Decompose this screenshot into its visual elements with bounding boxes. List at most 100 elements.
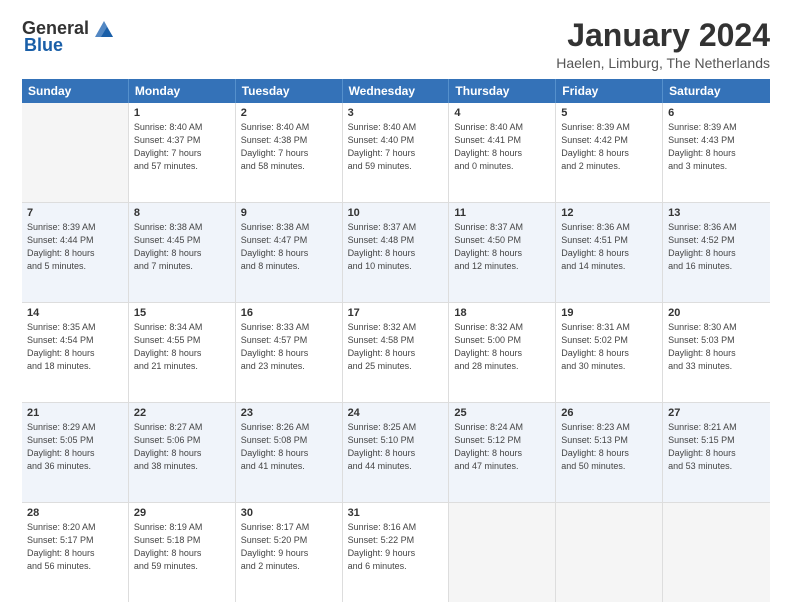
day-detail: Sunrise: 8:39 AM Sunset: 4:44 PM Dayligh… <box>27 221 123 273</box>
weekday-friday: Friday <box>556 79 663 103</box>
calendar-cell-2-2: 16 Sunrise: 8:33 AM Sunset: 4:57 PM Dayli… <box>236 303 343 402</box>
day-detail: Sunrise: 8:32 AM Sunset: 5:00 PM Dayligh… <box>454 321 550 373</box>
day-number: 27 <box>668 407 765 419</box>
calendar-row-4: 28 Sunrise: 8:20 AM Sunset: 5:17 PM Dayli… <box>22 503 770 602</box>
day-number: 22 <box>134 407 230 419</box>
day-number: 17 <box>348 307 444 319</box>
day-detail: Sunrise: 8:37 AM Sunset: 4:48 PM Dayligh… <box>348 221 444 273</box>
day-number: 26 <box>561 407 657 419</box>
calendar-cell-4-4 <box>449 503 556 602</box>
calendar-cell-1-2: 9 Sunrise: 8:38 AM Sunset: 4:47 PM Daylig… <box>236 203 343 302</box>
calendar-cell-1-3: 10 Sunrise: 8:37 AM Sunset: 4:48 PM Dayli… <box>343 203 450 302</box>
day-number: 15 <box>134 307 230 319</box>
day-detail: Sunrise: 8:34 AM Sunset: 4:55 PM Dayligh… <box>134 321 230 373</box>
calendar-cell-0-4: 4 Sunrise: 8:40 AM Sunset: 4:41 PM Daylig… <box>449 103 556 202</box>
day-detail: Sunrise: 8:31 AM Sunset: 5:02 PM Dayligh… <box>561 321 657 373</box>
calendar-row-3: 21Sunrise: 8:29 AM Sunset: 5:05 PM Dayli… <box>22 403 770 503</box>
calendar-cell-0-1: 1Sunrise: 8:40 AM Sunset: 4:37 PM Daylig… <box>129 103 236 202</box>
day-detail: Sunrise: 8:37 AM Sunset: 4:50 PM Dayligh… <box>454 221 550 273</box>
day-number: 10 <box>348 207 444 219</box>
day-number: 12 <box>561 207 657 219</box>
calendar-cell-3-1: 22Sunrise: 8:27 AM Sunset: 5:06 PM Dayli… <box>129 403 236 502</box>
day-detail: Sunrise: 8:30 AM Sunset: 5:03 PM Dayligh… <box>668 321 765 373</box>
logo-icon <box>93 19 115 39</box>
calendar-cell-2-6: 20 Sunrise: 8:30 AM Sunset: 5:03 PM Dayli… <box>663 303 770 402</box>
day-detail: Sunrise: 8:40 AM Sunset: 4:37 PM Dayligh… <box>134 121 230 173</box>
calendar-cell-1-5: 12Sunrise: 8:36 AM Sunset: 4:51 PM Dayli… <box>556 203 663 302</box>
day-detail: Sunrise: 8:40 AM Sunset: 4:38 PM Dayligh… <box>241 121 337 173</box>
title-block: January 2024 Haelen, Limburg, The Nether… <box>556 18 770 71</box>
calendar-cell-1-6: 13Sunrise: 8:36 AM Sunset: 4:52 PM Dayli… <box>663 203 770 302</box>
day-detail: Sunrise: 8:33 AM Sunset: 4:57 PM Dayligh… <box>241 321 337 373</box>
calendar-cell-0-0 <box>22 103 129 202</box>
calendar-cell-4-1: 29 Sunrise: 8:19 AM Sunset: 5:18 PM Dayli… <box>129 503 236 602</box>
weekday-sunday: Sunday <box>22 79 129 103</box>
day-number: 24 <box>348 407 444 419</box>
day-number: 25 <box>454 407 550 419</box>
day-number: 3 <box>348 107 444 119</box>
day-detail: Sunrise: 8:16 AM Sunset: 5:22 PM Dayligh… <box>348 521 444 573</box>
calendar-cell-3-6: 27 Sunrise: 8:21 AM Sunset: 5:15 PM Dayli… <box>663 403 770 502</box>
day-detail: Sunrise: 8:23 AM Sunset: 5:13 PM Dayligh… <box>561 421 657 473</box>
calendar-cell-4-0: 28 Sunrise: 8:20 AM Sunset: 5:17 PM Dayli… <box>22 503 129 602</box>
weekday-tuesday: Tuesday <box>236 79 343 103</box>
calendar-row-0: 1Sunrise: 8:40 AM Sunset: 4:37 PM Daylig… <box>22 103 770 203</box>
day-number: 23 <box>241 407 337 419</box>
day-number: 8 <box>134 207 230 219</box>
day-number: 29 <box>134 507 230 519</box>
day-number: 20 <box>668 307 765 319</box>
day-detail: Sunrise: 8:17 AM Sunset: 5:20 PM Dayligh… <box>241 521 337 573</box>
calendar-cell-2-4: 18 Sunrise: 8:32 AM Sunset: 5:00 PM Dayli… <box>449 303 556 402</box>
day-detail: Sunrise: 8:35 AM Sunset: 4:54 PM Dayligh… <box>27 321 123 373</box>
calendar-cell-3-4: 25Sunrise: 8:24 AM Sunset: 5:12 PM Dayli… <box>449 403 556 502</box>
calendar-cell-0-6: 6Sunrise: 8:39 AM Sunset: 4:43 PM Daylig… <box>663 103 770 202</box>
calendar-cell-3-3: 24 Sunrise: 8:25 AM Sunset: 5:10 PM Dayli… <box>343 403 450 502</box>
day-detail: Sunrise: 8:21 AM Sunset: 5:15 PM Dayligh… <box>668 421 765 473</box>
day-number: 4 <box>454 107 550 119</box>
calendar-cell-0-5: 5Sunrise: 8:39 AM Sunset: 4:42 PM Daylig… <box>556 103 663 202</box>
page: General Blue January 2024 Haelen, Limbur… <box>0 0 792 612</box>
day-number: 21 <box>27 407 123 419</box>
calendar-cell-2-3: 17 Sunrise: 8:32 AM Sunset: 4:58 PM Dayli… <box>343 303 450 402</box>
day-number: 18 <box>454 307 550 319</box>
day-detail: Sunrise: 8:26 AM Sunset: 5:08 PM Dayligh… <box>241 421 337 473</box>
day-number: 28 <box>27 507 123 519</box>
day-detail: Sunrise: 8:19 AM Sunset: 5:18 PM Dayligh… <box>134 521 230 573</box>
calendar-cell-3-5: 26 Sunrise: 8:23 AM Sunset: 5:13 PM Dayli… <box>556 403 663 502</box>
day-number: 13 <box>668 207 765 219</box>
calendar-cell-4-2: 30 Sunrise: 8:17 AM Sunset: 5:20 PM Dayli… <box>236 503 343 602</box>
weekday-saturday: Saturday <box>663 79 770 103</box>
day-number: 30 <box>241 507 337 519</box>
day-detail: Sunrise: 8:38 AM Sunset: 4:45 PM Dayligh… <box>134 221 230 273</box>
calendar-cell-3-0: 21Sunrise: 8:29 AM Sunset: 5:05 PM Dayli… <box>22 403 129 502</box>
calendar-cell-2-0: 14 Sunrise: 8:35 AM Sunset: 4:54 PM Dayli… <box>22 303 129 402</box>
day-number: 11 <box>454 207 550 219</box>
calendar-row-1: 7Sunrise: 8:39 AM Sunset: 4:44 PM Daylig… <box>22 203 770 303</box>
calendar-cell-1-0: 7Sunrise: 8:39 AM Sunset: 4:44 PM Daylig… <box>22 203 129 302</box>
calendar: Sunday Monday Tuesday Wednesday Thursday… <box>22 79 770 602</box>
logo-blue: Blue <box>24 35 63 56</box>
day-detail: Sunrise: 8:40 AM Sunset: 4:41 PM Dayligh… <box>454 121 550 173</box>
weekday-monday: Monday <box>129 79 236 103</box>
logo: General Blue <box>22 18 117 56</box>
day-number: 16 <box>241 307 337 319</box>
day-number: 14 <box>27 307 123 319</box>
header: General Blue January 2024 Haelen, Limbur… <box>22 18 770 71</box>
calendar-row-2: 14 Sunrise: 8:35 AM Sunset: 4:54 PM Dayli… <box>22 303 770 403</box>
day-detail: Sunrise: 8:38 AM Sunset: 4:47 PM Dayligh… <box>241 221 337 273</box>
day-number: 2 <box>241 107 337 119</box>
calendar-cell-0-2: 2 Sunrise: 8:40 AM Sunset: 4:38 PM Daylig… <box>236 103 343 202</box>
calendar-cell-2-5: 19Sunrise: 8:31 AM Sunset: 5:02 PM Dayli… <box>556 303 663 402</box>
calendar-cell-4-6 <box>663 503 770 602</box>
day-detail: Sunrise: 8:39 AM Sunset: 4:42 PM Dayligh… <box>561 121 657 173</box>
day-detail: Sunrise: 8:40 AM Sunset: 4:40 PM Dayligh… <box>348 121 444 173</box>
day-number: 9 <box>241 207 337 219</box>
weekday-wednesday: Wednesday <box>343 79 450 103</box>
calendar-cell-0-3: 3 Sunrise: 8:40 AM Sunset: 4:40 PM Daylig… <box>343 103 450 202</box>
calendar-cell-1-1: 8 Sunrise: 8:38 AM Sunset: 4:45 PM Daylig… <box>129 203 236 302</box>
day-detail: Sunrise: 8:25 AM Sunset: 5:10 PM Dayligh… <box>348 421 444 473</box>
day-detail: Sunrise: 8:32 AM Sunset: 4:58 PM Dayligh… <box>348 321 444 373</box>
day-number: 6 <box>668 107 765 119</box>
day-detail: Sunrise: 8:20 AM Sunset: 5:17 PM Dayligh… <box>27 521 123 573</box>
calendar-body: 1Sunrise: 8:40 AM Sunset: 4:37 PM Daylig… <box>22 103 770 602</box>
